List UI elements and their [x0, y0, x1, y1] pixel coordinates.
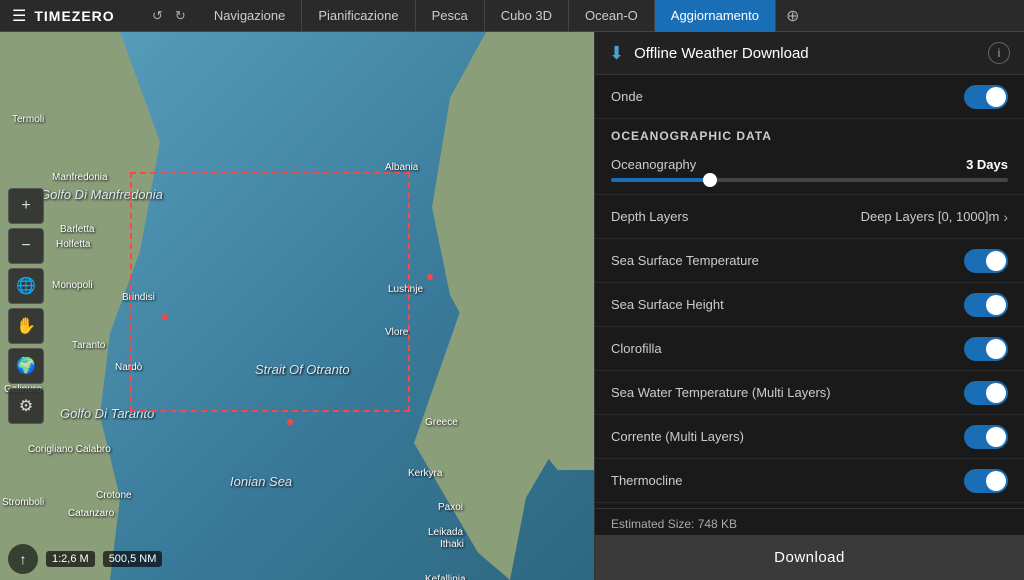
logo-area: ☰ TIMEZERO [0, 6, 140, 26]
panel-footer: Estimated Size: 748 KB Download [595, 508, 1024, 580]
compass: ↑ [8, 544, 38, 574]
map-waypoint-2 [427, 274, 433, 280]
corrente-row: Corrente (Multi Layers) [595, 415, 1024, 459]
panel-content: Onde OCEANOGRAPHIC DATA Oceanography 3 D… [595, 75, 1024, 508]
depth-value: Deep Layers [0, 1000]m [861, 209, 1000, 224]
oceanography-slider-track [611, 178, 1008, 182]
thermocline-label: Thermocline [611, 473, 964, 488]
info-button[interactable]: i [988, 42, 1010, 64]
corrente-toggle[interactable] [964, 425, 1008, 449]
clorofilla-toggle[interactable] [964, 337, 1008, 361]
map-area[interactable]: Termoli Golfo Di Manfredonia Manfredonia… [0, 32, 594, 580]
panel-header: ⬇ Offline Weather Download i [595, 32, 1024, 75]
tab-pesca[interactable]: Pesca [416, 0, 485, 32]
sea-surface-height-label: Sea Surface Height [611, 297, 964, 312]
depth-layers-row: Depth Layers Deep Layers [0, 1000]m › [595, 195, 1024, 239]
main-content: Termoli Golfo Di Manfredonia Manfredonia… [0, 32, 1024, 580]
globe-button[interactable]: 🌐 [8, 268, 44, 304]
clorofilla-label: Clorofilla [611, 341, 964, 356]
download-header-icon: ⬇ [609, 43, 624, 64]
hamburger-menu[interactable]: ☰ [12, 6, 26, 26]
estimated-size: Estimated Size: 748 KB [595, 509, 1024, 535]
clorofilla-row: Clorofilla [595, 327, 1024, 371]
tab-cubo3d[interactable]: Cubo 3D [485, 0, 569, 32]
corrente-label: Corrente (Multi Layers) [611, 429, 964, 444]
onde-toggle-knob [986, 87, 1006, 107]
oceanography-value: 3 Days [966, 157, 1008, 172]
sea-surface-temp-toggle[interactable] [964, 249, 1008, 273]
sea-surface-temp-row: Sea Surface Temperature [595, 239, 1024, 283]
zoom-out-button[interactable]: − [8, 228, 44, 264]
map-waypoint-1 [162, 314, 168, 320]
tab-navigazione[interactable]: Navigazione [198, 0, 303, 32]
depth-label: Depth Layers [611, 209, 861, 224]
add-tab-button[interactable]: ⊕ [776, 0, 809, 32]
slider-header: Oceanography 3 Days [611, 157, 1008, 172]
onde-toggle[interactable] [964, 85, 1008, 109]
tab-pianificazione[interactable]: Pianificazione [302, 0, 415, 32]
sea-surface-height-row: Sea Surface Height [595, 283, 1024, 327]
map-waypoint-3 [287, 419, 293, 425]
undo-button[interactable]: ↺ [148, 6, 167, 26]
right-panel: ⬇ Offline Weather Download i Onde OCEANO… [594, 32, 1024, 580]
oceanography-slider-row: Oceanography 3 Days [595, 149, 1024, 195]
thermocline-row: Thermocline [595, 459, 1024, 503]
top-bar: ☰ TIMEZERO ↺ ↻ Navigazione Pianificazion… [0, 0, 1024, 32]
nav-tabs: Navigazione Pianificazione Pesca Cubo 3D… [198, 0, 1024, 32]
depth-arrow-icon[interactable]: › [1003, 209, 1008, 225]
panel-title: Offline Weather Download [634, 45, 978, 62]
sea-water-temp-row: Sea Water Temperature (Multi Layers) [595, 371, 1024, 415]
tab-aggiornamento[interactable]: Aggiornamento [655, 0, 776, 32]
onde-label: Onde [611, 89, 964, 104]
thermocline-toggle[interactable] [964, 469, 1008, 493]
tab-ocean-o[interactable]: Ocean-O [569, 0, 655, 32]
distance-indicator: 500,5 NM [103, 551, 163, 567]
redo-button[interactable]: ↻ [171, 6, 190, 26]
map-bottom-info: ↑ 1:2,6 M 500,5 NM [8, 544, 162, 574]
globe2-button[interactable]: 🌍 [8, 348, 44, 384]
download-button[interactable]: Download [595, 535, 1024, 580]
sea-surface-height-toggle[interactable] [964, 293, 1008, 317]
left-toolbar: + − 🌐 ✋ 🌍 ⚙ [8, 188, 44, 424]
zoom-in-button[interactable]: + [8, 188, 44, 224]
sea-water-temp-label: Sea Water Temperature (Multi Layers) [611, 385, 964, 400]
app-logo: TIMEZERO [34, 8, 114, 24]
oceanography-label: Oceanography [611, 157, 696, 172]
sea-water-temp-toggle[interactable] [964, 381, 1008, 405]
undo-redo-area: ↺ ↻ [140, 6, 198, 26]
scale-indicator: 1:2,6 M [46, 551, 95, 567]
oceanographic-section-header: OCEANOGRAPHIC DATA [595, 119, 1024, 149]
pan-button[interactable]: ✋ [8, 308, 44, 344]
settings-button[interactable]: ⚙ [8, 388, 44, 424]
onde-row: Onde [595, 75, 1024, 119]
sea-surface-temp-label: Sea Surface Temperature [611, 253, 964, 268]
